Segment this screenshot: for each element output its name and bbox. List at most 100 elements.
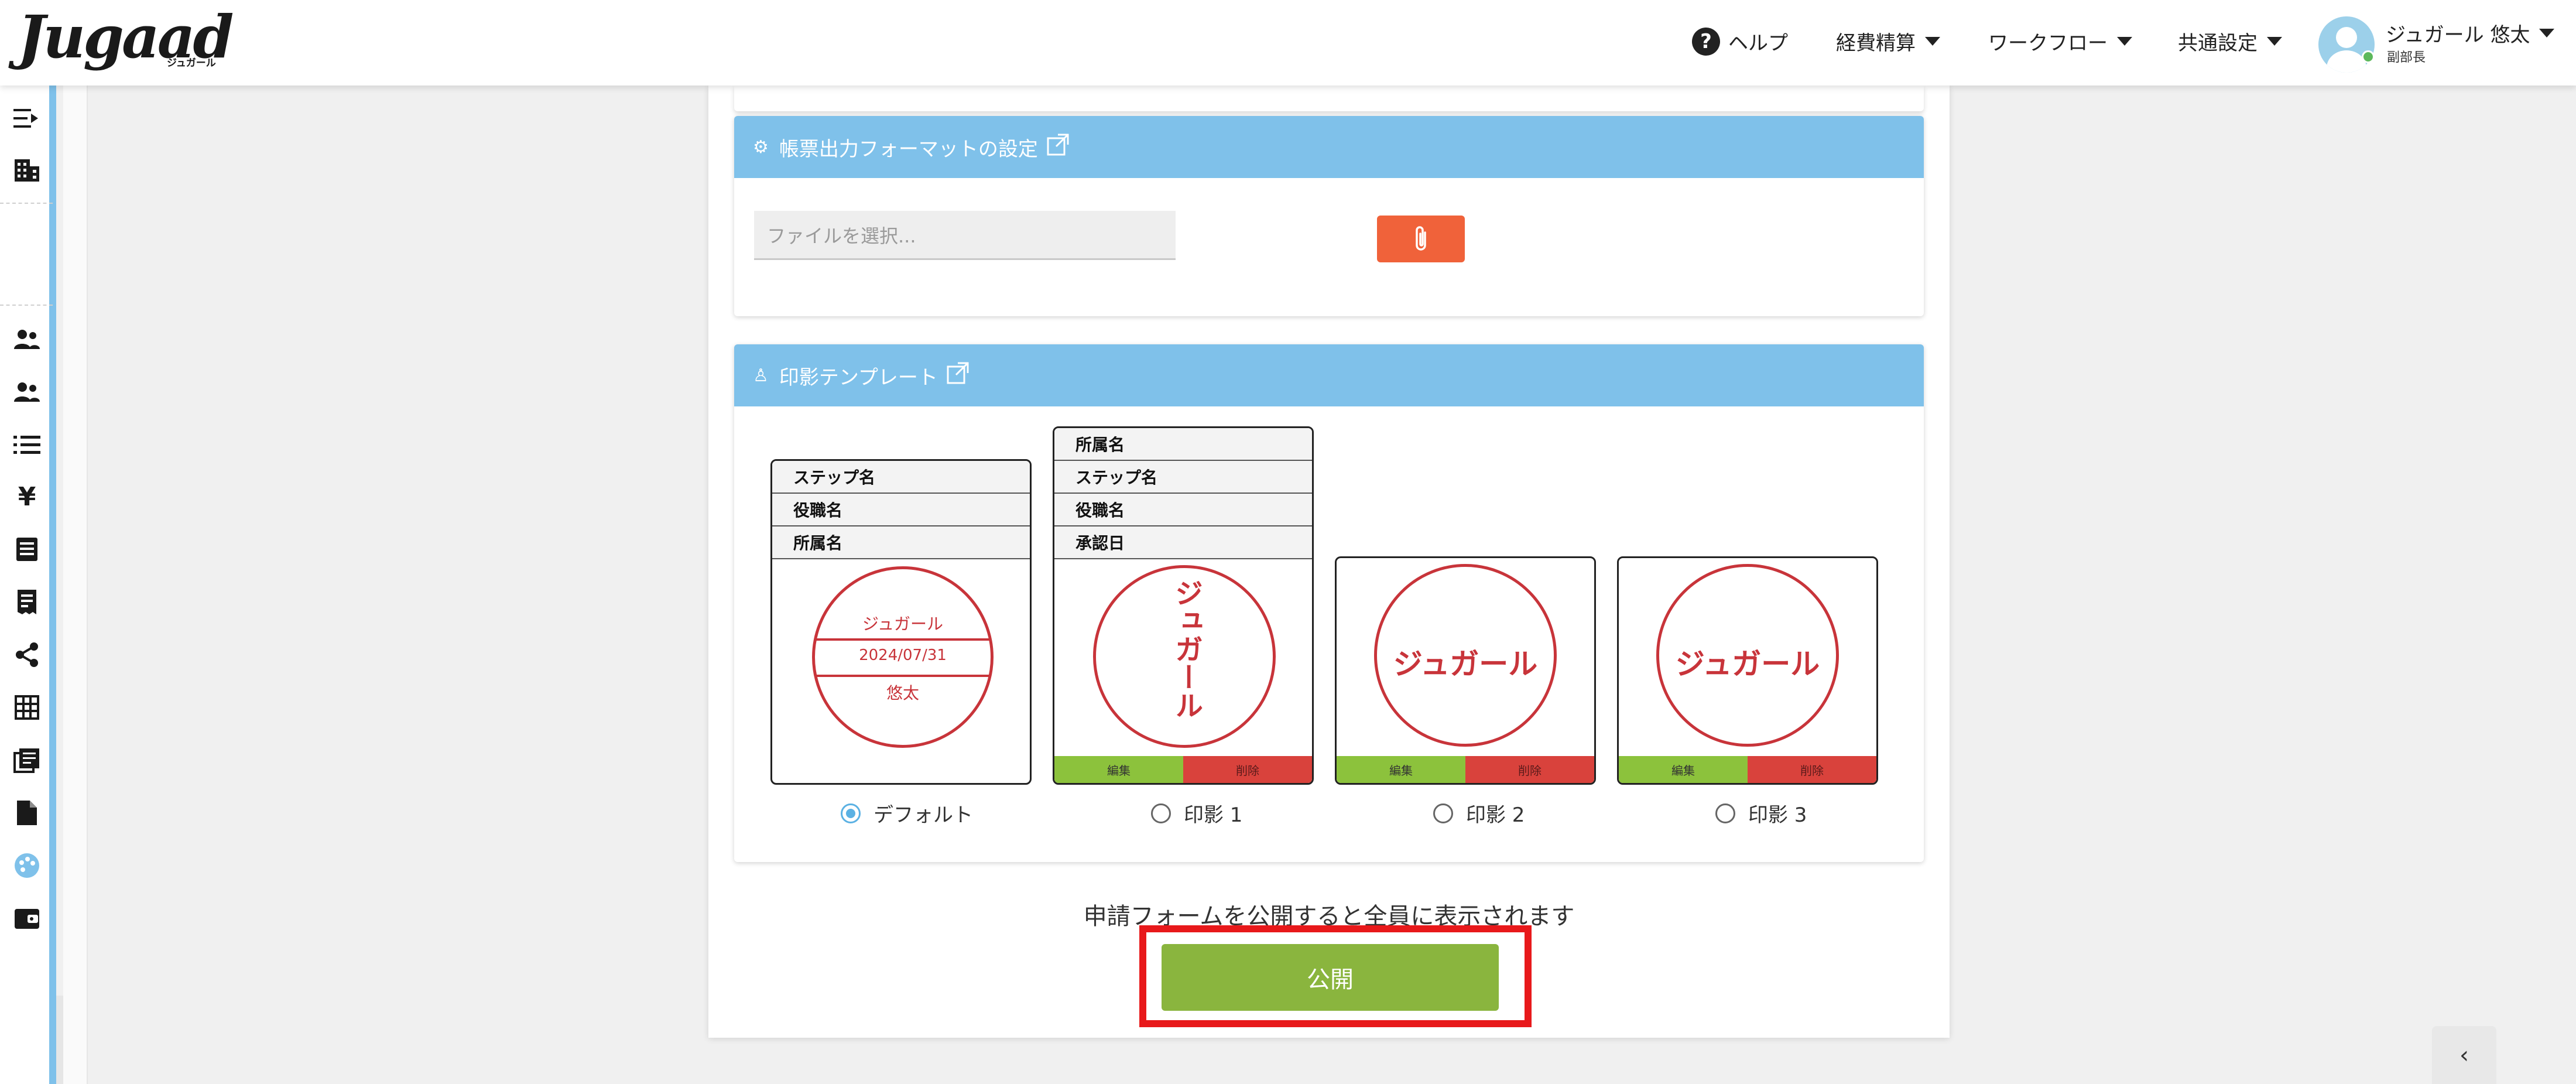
radio-stamp-1[interactable] bbox=[1151, 803, 1171, 823]
nav-common-settings[interactable]: 共通設定 bbox=[2178, 27, 2282, 56]
help-link[interactable]: ? ヘルプ bbox=[1692, 27, 1788, 56]
receipt-icon[interactable] bbox=[12, 587, 42, 617]
stamp-option-1-label: 印影 1 bbox=[1184, 803, 1243, 827]
user-menu[interactable]: ジュガール 悠太 bbox=[2386, 19, 2555, 47]
sidebar-divider bbox=[0, 305, 53, 306]
stamp-template-default[interactable]: ステップ名 役職名 所属名 ジュガール 2024/07/31 悠太 bbox=[770, 459, 1032, 785]
file-select-placeholder: ファイルを選択... bbox=[767, 224, 916, 247]
stamp-row-step: ステップ名 bbox=[1054, 461, 1312, 494]
stamp-option-2-label: 印影 2 bbox=[1466, 803, 1525, 827]
nav-expense[interactable]: 経費精算 bbox=[1836, 27, 1940, 56]
publish-note: 申請フォームを公開すると全員に表示されます bbox=[1083, 903, 1575, 930]
previous-card-bottom bbox=[734, 86, 1924, 111]
palette-icon[interactable] bbox=[12, 850, 42, 881]
help-label: ヘルプ bbox=[1728, 32, 1788, 55]
file-icon[interactable] bbox=[12, 798, 42, 828]
external-link-icon[interactable] bbox=[946, 361, 970, 390]
avatar-head bbox=[2336, 27, 2357, 48]
publish-button[interactable]: 公開 bbox=[1162, 944, 1499, 1011]
nav-expense-label: 経費精算 bbox=[1836, 32, 1916, 55]
stamp-template-2[interactable]: ジュガール 編集 削除 bbox=[1335, 556, 1596, 785]
format-settings-card: ⚙ 帳票出力フォーマットの設定 ファイルを選択... bbox=[734, 116, 1924, 316]
delete-stamp-3-button[interactable]: 削除 bbox=[1748, 756, 1876, 783]
help-icon: ? bbox=[1692, 27, 1720, 56]
table-icon[interactable] bbox=[12, 692, 42, 723]
online-status-icon bbox=[2362, 50, 2375, 63]
stamp-row-approval-date: 承認日 bbox=[1054, 526, 1312, 559]
document-list-icon[interactable] bbox=[12, 534, 42, 565]
seal-text: ジュガール bbox=[1393, 647, 1538, 681]
radio-default[interactable] bbox=[841, 803, 861, 823]
radio-stamp-3[interactable] bbox=[1715, 803, 1735, 823]
stamp-2-actions: 編集 削除 bbox=[1337, 756, 1594, 783]
content-gutter bbox=[63, 86, 88, 1084]
user-name: ジュガール 悠太 bbox=[2386, 23, 2530, 47]
seal-vertical-text: ジュガール bbox=[1170, 579, 1203, 719]
chevron-down-icon bbox=[2117, 37, 2132, 46]
seal-date: 2024/07/31 bbox=[859, 647, 947, 664]
seal-divider bbox=[815, 675, 991, 677]
attach-file-button[interactable] bbox=[1377, 216, 1465, 262]
delete-stamp-2-button[interactable]: 削除 bbox=[1465, 756, 1594, 783]
share-icon[interactable] bbox=[12, 640, 42, 670]
avatar-body bbox=[2327, 50, 2366, 73]
nav-workflow-label: ワークフロー bbox=[1988, 32, 2108, 55]
stamp-row-step: ステップ名 bbox=[772, 461, 1030, 494]
stamp-row-department: 所属名 bbox=[772, 526, 1030, 559]
chevron-down-icon bbox=[1925, 37, 1940, 46]
sidebar-track bbox=[56, 996, 63, 1084]
stamp-option-1[interactable]: 印影 1 bbox=[1151, 799, 1242, 827]
name-seal: ジュガール bbox=[1656, 564, 1839, 747]
stamp-option-3[interactable]: 印影 3 bbox=[1715, 799, 1807, 827]
seal-name: 悠太 bbox=[886, 683, 919, 703]
format-settings-header: ⚙ 帳票出力フォーマットの設定 bbox=[734, 116, 1924, 178]
library-icon[interactable] bbox=[12, 745, 42, 775]
seal-text: ジュガール bbox=[1675, 647, 1820, 681]
edit-stamp-1-button[interactable]: 編集 bbox=[1054, 756, 1183, 783]
stamp-icon: ♙ bbox=[753, 365, 769, 386]
stamp-3-actions: 編集 削除 bbox=[1619, 756, 1876, 783]
edit-stamp-3-button[interactable]: 編集 bbox=[1619, 756, 1748, 783]
yen-icon[interactable]: ¥ bbox=[12, 481, 42, 512]
users-icon[interactable] bbox=[12, 324, 42, 355]
seal-company: ジュガール bbox=[862, 614, 944, 634]
stamp-template-1[interactable]: 所属名 ステップ名 役職名 承認日 ジュガール 編集 削除 bbox=[1053, 426, 1314, 785]
nav-common-settings-label: 共通設定 bbox=[2178, 32, 2258, 55]
file-select-input[interactable]: ファイルを選択... bbox=[754, 211, 1176, 260]
chevron-down-icon bbox=[2539, 29, 2555, 37]
collapse-icon[interactable] bbox=[12, 103, 42, 134]
avatar[interactable] bbox=[2318, 16, 2375, 73]
wallet-icon[interactable] bbox=[12, 903, 42, 933]
stamp-row-position: 役職名 bbox=[772, 494, 1030, 526]
format-settings-title: 帳票出力フォーマットの設定 bbox=[779, 137, 1038, 161]
building-icon[interactable] bbox=[12, 155, 42, 185]
list-icon[interactable] bbox=[12, 430, 42, 460]
nav-workflow[interactable]: ワークフロー bbox=[1988, 27, 2132, 56]
stamp-template-3[interactable]: ジュガール 編集 削除 bbox=[1617, 556, 1878, 785]
stamp-row-position: 役職名 bbox=[1054, 494, 1312, 526]
vertical-name-seal: ジュガール bbox=[1093, 565, 1276, 748]
delete-stamp-1-button[interactable]: 削除 bbox=[1183, 756, 1312, 783]
top-header: Jugaad ジュガール ? ヘルプ 経費精算 ワークフロー 共通設定 ジュガー… bbox=[0, 0, 2576, 86]
app-logo-subtitle: ジュガール bbox=[167, 57, 216, 69]
edit-stamp-2-button[interactable]: 編集 bbox=[1337, 756, 1465, 783]
users-group-icon[interactable] bbox=[12, 377, 42, 408]
seal-divider bbox=[815, 638, 991, 641]
scroll-toggle-button[interactable]: ‹ bbox=[2432, 1026, 2496, 1084]
sidebar-divider bbox=[0, 203, 53, 204]
stamp-row-department: 所属名 bbox=[1054, 428, 1312, 461]
stamp-option-2[interactable]: 印影 2 bbox=[1433, 799, 1525, 827]
gear-icon: ⚙ bbox=[753, 136, 769, 158]
external-link-icon[interactable] bbox=[1046, 133, 1070, 162]
stamp-template-header: ♙ 印影テンプレート bbox=[734, 344, 1924, 406]
name-seal: ジュガール bbox=[1374, 564, 1557, 747]
stamp-1-actions: 編集 削除 bbox=[1054, 756, 1312, 783]
stamp-template-title: 印影テンプレート bbox=[779, 365, 938, 389]
stamp-option-default[interactable]: デフォルト bbox=[841, 799, 973, 827]
sidebar: ¥ bbox=[0, 86, 56, 1084]
radio-stamp-2[interactable] bbox=[1433, 803, 1453, 823]
stamp-option-3-label: 印影 3 bbox=[1748, 803, 1807, 827]
stamp-option-default-label: デフォルト bbox=[873, 803, 973, 827]
user-role: 副部長 bbox=[2387, 50, 2426, 65]
chevron-down-icon bbox=[2267, 37, 2282, 46]
